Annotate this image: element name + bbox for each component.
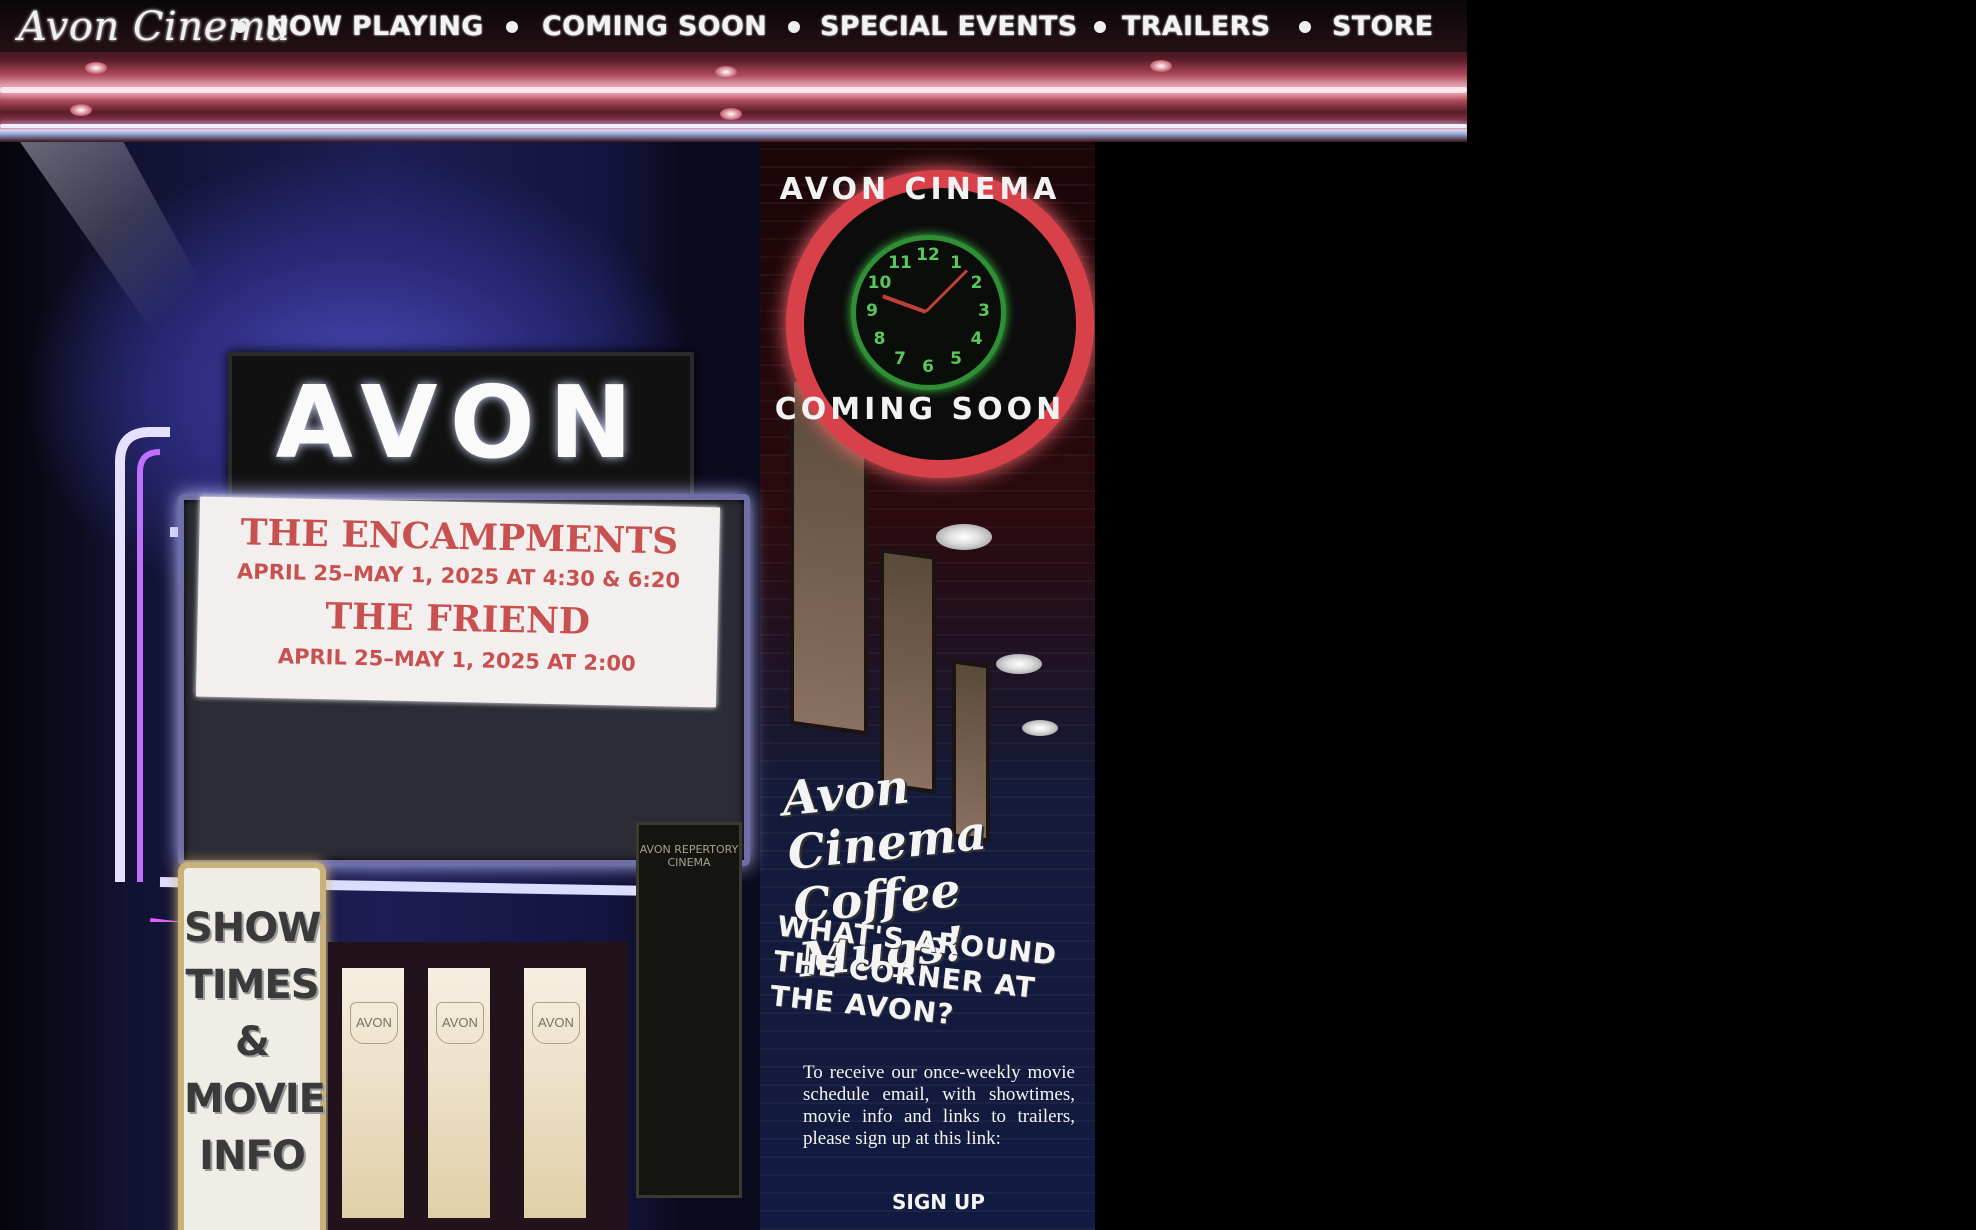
ceiling-light bbox=[936, 524, 992, 550]
marquee-avon-sign: AVON bbox=[228, 352, 694, 502]
signup-description: To receive our once-weekly movie schedul… bbox=[803, 1062, 1075, 1149]
clock-numeral: 3 bbox=[978, 301, 990, 321]
showtimes-word: & bbox=[235, 1019, 270, 1065]
ceiling-light bbox=[1022, 720, 1058, 736]
marquee-movie-title-2: THE FRIEND bbox=[324, 595, 591, 643]
neon-bulb bbox=[715, 66, 737, 78]
door: AVON bbox=[342, 968, 404, 1218]
clock-numeral: 6 bbox=[922, 357, 934, 377]
showtimes-word: SHOW bbox=[184, 905, 321, 951]
showtimes-word: TIMES bbox=[185, 962, 319, 1008]
neon-bulb bbox=[720, 108, 742, 120]
nav-trailers[interactable]: TRAILERS bbox=[1122, 11, 1270, 42]
neon-tube-bottom bbox=[0, 124, 1467, 128]
clock-numeral: 9 bbox=[866, 301, 878, 321]
showtimes-word: INFO bbox=[199, 1133, 306, 1179]
nav-separator-dot bbox=[788, 21, 800, 33]
signup-link[interactable]: SIGN UP bbox=[892, 1190, 985, 1214]
nav-now-playing[interactable]: NOW PLAYING bbox=[266, 11, 484, 42]
marquee-date-1: APRIL 25–MAY 1, 2025 AT 4:30 & 6:20 bbox=[236, 559, 681, 593]
clock-bottom-text: COMING SOON bbox=[774, 392, 1066, 427]
neon-tube-top bbox=[0, 87, 1467, 93]
site-logo[interactable]: Avon Cinema bbox=[18, 4, 291, 50]
nav-coming-soon[interactable]: COMING SOON bbox=[542, 11, 767, 42]
theater-doors: AVON AVON AVON bbox=[328, 942, 628, 1230]
clock-numeral: 5 bbox=[950, 349, 962, 370]
marquee-letters-board[interactable]: THE ENCAMPMENTS APRIL 25–MAY 1, 2025 AT … bbox=[195, 496, 721, 708]
clock-numeral: 10 bbox=[867, 273, 892, 293]
nav-separator-dot bbox=[1299, 21, 1311, 33]
clock-numeral: 11 bbox=[888, 252, 912, 273]
nav-separator-dot bbox=[1094, 21, 1106, 33]
wall-poster bbox=[880, 548, 936, 794]
marquee-sign-text: AVON bbox=[275, 364, 647, 481]
marquee-movie-title-1: THE ENCAMPMENTS bbox=[240, 511, 679, 563]
nav-store[interactable]: STORE bbox=[1332, 11, 1434, 42]
door: AVON bbox=[524, 968, 586, 1218]
door: AVON bbox=[428, 968, 490, 1218]
nav-separator-dot bbox=[234, 21, 246, 33]
clock-numeral: 12 bbox=[916, 245, 940, 265]
marquee-date-2: APRIL 25–MAY 1, 2025 AT 2:00 bbox=[277, 644, 636, 676]
poster-case-label: AVON REPERTORY CINEMA bbox=[639, 843, 739, 869]
showtimes-movie-info-link[interactable]: SHOW TIMES & MOVIE INFO bbox=[178, 862, 326, 1230]
door-avon-logo: AVON bbox=[436, 1002, 484, 1044]
neon-bulb bbox=[85, 62, 107, 74]
ceiling-light bbox=[996, 654, 1042, 674]
clock-hour-hand bbox=[882, 294, 927, 314]
nav-separator-dot bbox=[506, 21, 518, 33]
poster-case: AVON REPERTORY CINEMA bbox=[636, 822, 742, 1198]
nav-special-events[interactable]: SPECIAL EVENTS bbox=[820, 11, 1077, 42]
top-nav-bar: Avon Cinema NOW PLAYING COMING SOON SPEC… bbox=[0, 0, 1467, 142]
clock-numeral: 7 bbox=[894, 349, 906, 370]
showtimes-word: MOVIE bbox=[184, 1076, 326, 1122]
clock-numeral: 2 bbox=[970, 273, 983, 293]
neon-bulb bbox=[1150, 60, 1172, 72]
theater-image: AVON THE ENCAMPMENTS APRIL 25–MAY 1, 202… bbox=[0, 142, 1095, 1230]
clock-top-text: AVON CINEMA bbox=[779, 172, 1061, 207]
door-avon-logo: AVON bbox=[350, 1002, 398, 1044]
door-avon-logo: AVON bbox=[532, 1002, 580, 1044]
neon-bulb bbox=[70, 104, 92, 116]
clock-numeral: 8 bbox=[873, 329, 886, 349]
clock-numeral: 1 bbox=[950, 252, 962, 273]
clock-minute-hand bbox=[924, 269, 969, 313]
clock-numeral: 4 bbox=[970, 329, 983, 349]
clock-face: 12 1 2 3 4 5 6 7 8 9 10 11 bbox=[851, 235, 1006, 390]
coming-soon-clock-link[interactable]: 12 1 2 3 4 5 6 7 8 9 10 11 bbox=[786, 170, 1094, 478]
